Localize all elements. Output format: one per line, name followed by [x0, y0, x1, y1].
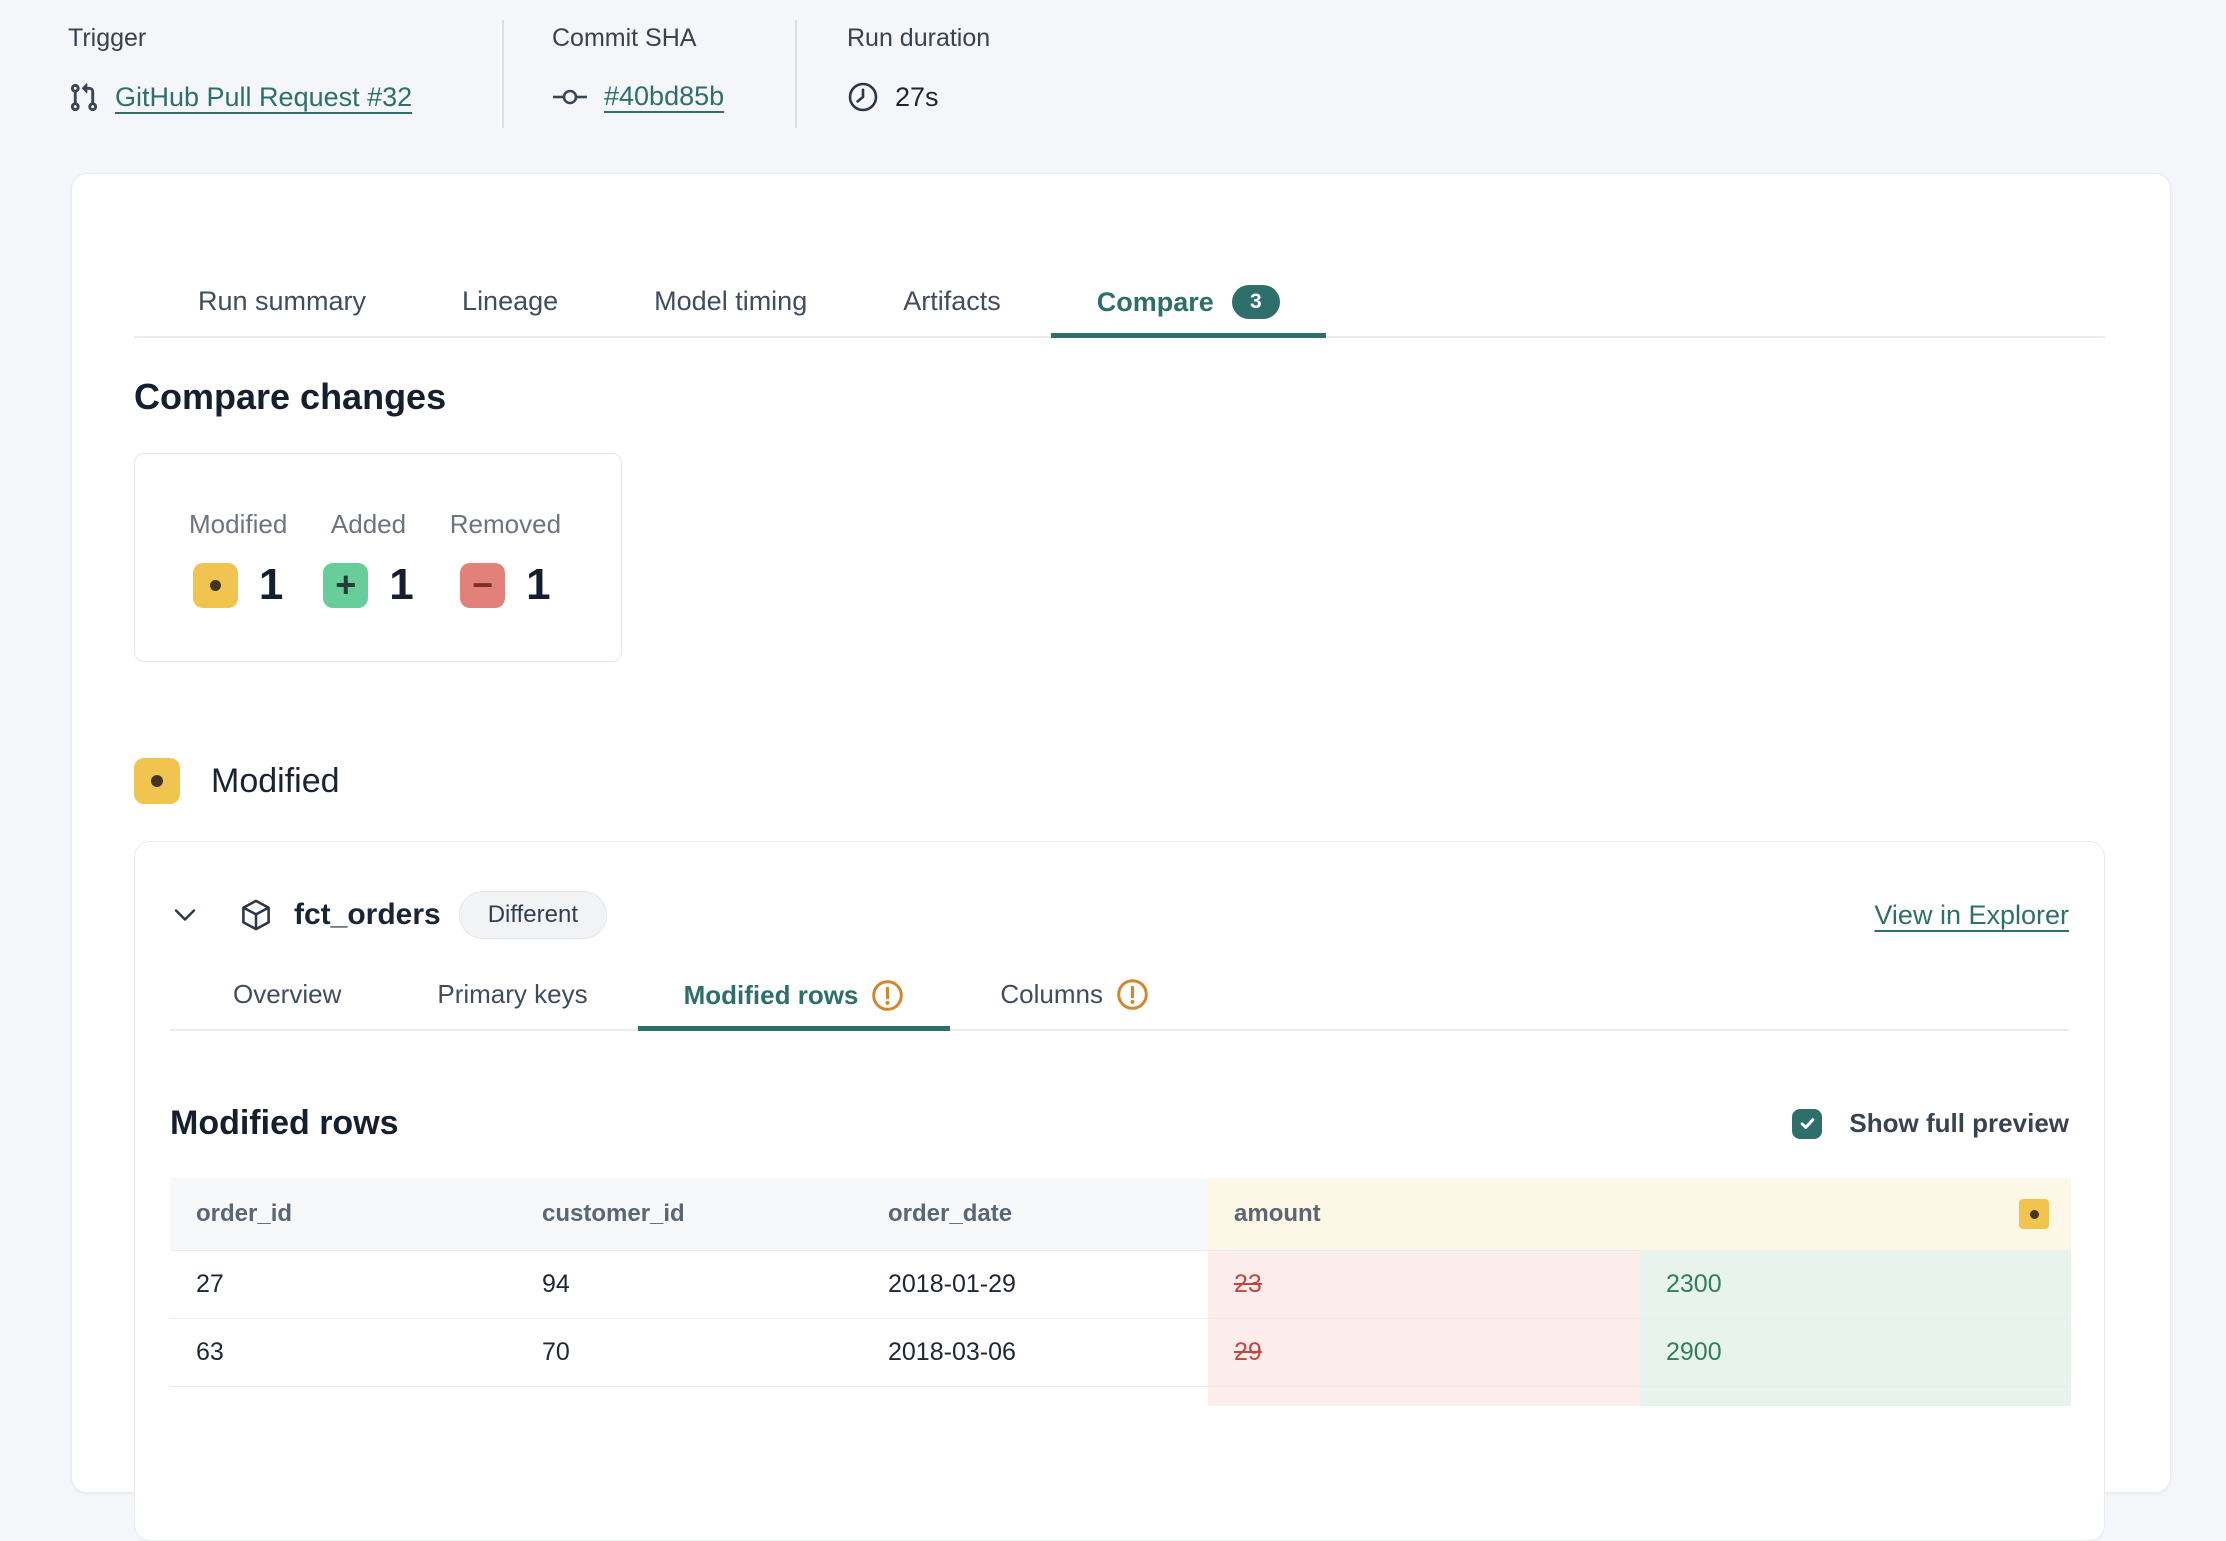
cell-order-id: 63: [170, 1319, 516, 1386]
cell-amount-old: 23: [1208, 1251, 1640, 1318]
tab-compare[interactable]: Compare 3: [1051, 285, 1326, 338]
tab-lineage[interactable]: Lineage: [416, 285, 604, 336]
commit-section: Commit SHA #40bd85b: [502, 20, 795, 128]
stat-added-value: 1: [389, 560, 413, 610]
git-pull-request-icon: [68, 81, 99, 114]
checkmark-icon: [1798, 1114, 1817, 1133]
modified-dot-square-icon: [134, 758, 180, 804]
modified-section-header: Modified: [134, 758, 2105, 804]
column-header-customer-id: customer_id: [516, 1178, 862, 1250]
stat-removed-label: Removed: [450, 509, 561, 540]
compare-changes-heading: Compare changes: [134, 376, 2105, 418]
model-tab-modified-rows[interactable]: Modified rows: [638, 978, 951, 1031]
trigger-link[interactable]: GitHub Pull Request #32: [115, 82, 412, 113]
removed-minus-square-icon: −: [460, 563, 505, 608]
compare-count-badge: 3: [1232, 285, 1280, 319]
model-tab-primary-keys[interactable]: Primary keys: [391, 978, 633, 1029]
tab-artifacts[interactable]: Artifacts: [857, 285, 1047, 336]
cell-customer-id: 70: [516, 1319, 862, 1386]
cell-amount-new: 2300: [1640, 1251, 2071, 1318]
stat-modified: Modified 1: [189, 509, 287, 661]
model-tabs: Overview Primary keys Modified rows Colu…: [170, 978, 2069, 1031]
stat-added: Added + 1: [323, 509, 413, 661]
column-header-order-date: order_date: [862, 1178, 1208, 1250]
model-diff-card: fct_orders Different View in Explorer Ov…: [134, 841, 2105, 1541]
cell-order-date: 2018-01-29: [862, 1251, 1208, 1318]
run-metadata-header: Trigger GitHub Pull Request #32 Commit S…: [68, 20, 990, 128]
stat-modified-value: 1: [259, 560, 283, 610]
duration-section: Run duration 27s: [795, 20, 990, 128]
commit-label: Commit SHA: [552, 24, 795, 53]
model-tab-overview[interactable]: Overview: [187, 978, 387, 1029]
trigger-label: Trigger: [68, 24, 502, 53]
cell-amount-old: 29: [1208, 1319, 1640, 1386]
table-row: 63 70 2018-03-06 29 2900: [170, 1318, 2071, 1386]
table-row-partial: [170, 1386, 2071, 1406]
trigger-section: Trigger GitHub Pull Request #32: [68, 20, 502, 128]
modified-rows-header: Modified rows Show full preview: [170, 1104, 2069, 1143]
commit-link[interactable]: #40bd85b: [604, 81, 724, 112]
git-commit-icon: [552, 86, 588, 108]
model-header-row: fct_orders Different View in Explorer: [170, 842, 2069, 950]
cell-amount-new: 2900: [1640, 1319, 2071, 1386]
modified-rows-heading: Modified rows: [170, 1104, 399, 1143]
stat-modified-label: Modified: [189, 509, 287, 540]
warning-circle-icon: [871, 979, 904, 1012]
run-detail-card: Run summary Lineage Model timing Artifac…: [71, 173, 2171, 1493]
column-header-amount: amount: [1208, 1178, 1640, 1250]
run-tabs: Run summary Lineage Model timing Artifac…: [134, 174, 2105, 338]
tab-run-summary[interactable]: Run summary: [152, 285, 412, 336]
table-header-row: order_id customer_id order_date amount: [170, 1178, 2071, 1250]
collapse-toggle-button[interactable]: [170, 900, 200, 930]
show-full-preview-toggle[interactable]: Show full preview: [1792, 1108, 2069, 1139]
modified-rows-table: order_id customer_id order_date amount 2…: [170, 1178, 2071, 1406]
checkbox-checked[interactable]: [1792, 1109, 1822, 1139]
status-badge: Different: [459, 891, 607, 939]
modified-dot-square-icon: [2019, 1199, 2049, 1229]
duration-value: 27s: [895, 82, 939, 113]
clock-icon: [847, 81, 879, 113]
tab-model-timing[interactable]: Model timing: [608, 285, 853, 336]
modified-dot-square-icon: [193, 563, 238, 608]
cell-customer-id: 94: [516, 1251, 862, 1318]
view-in-explorer-link[interactable]: View in Explorer: [1874, 900, 2069, 931]
stat-added-label: Added: [331, 509, 406, 540]
model-name: fct_orders: [294, 898, 441, 932]
show-full-preview-label: Show full preview: [1849, 1108, 2069, 1139]
cell-order-date: 2018-03-06: [862, 1319, 1208, 1386]
modified-section-title: Modified: [211, 762, 340, 801]
added-plus-square-icon: +: [323, 563, 368, 608]
cell-order-id: 27: [170, 1251, 516, 1318]
model-cube-icon: [238, 896, 274, 934]
model-tab-columns[interactable]: Columns: [954, 978, 1195, 1029]
stat-removed: Removed − 1: [450, 509, 561, 661]
duration-label: Run duration: [847, 24, 990, 53]
table-row: 27 94 2018-01-29 23 2300: [170, 1250, 2071, 1318]
chevron-down-icon: [174, 908, 196, 922]
warning-circle-icon: [1116, 978, 1149, 1011]
stat-removed-value: 1: [526, 560, 550, 610]
column-header-order-id: order_id: [170, 1178, 516, 1250]
compare-summary-card: Modified 1 Added + 1 Removed − 1: [134, 453, 622, 662]
column-header-amount-new: [1640, 1178, 2071, 1250]
